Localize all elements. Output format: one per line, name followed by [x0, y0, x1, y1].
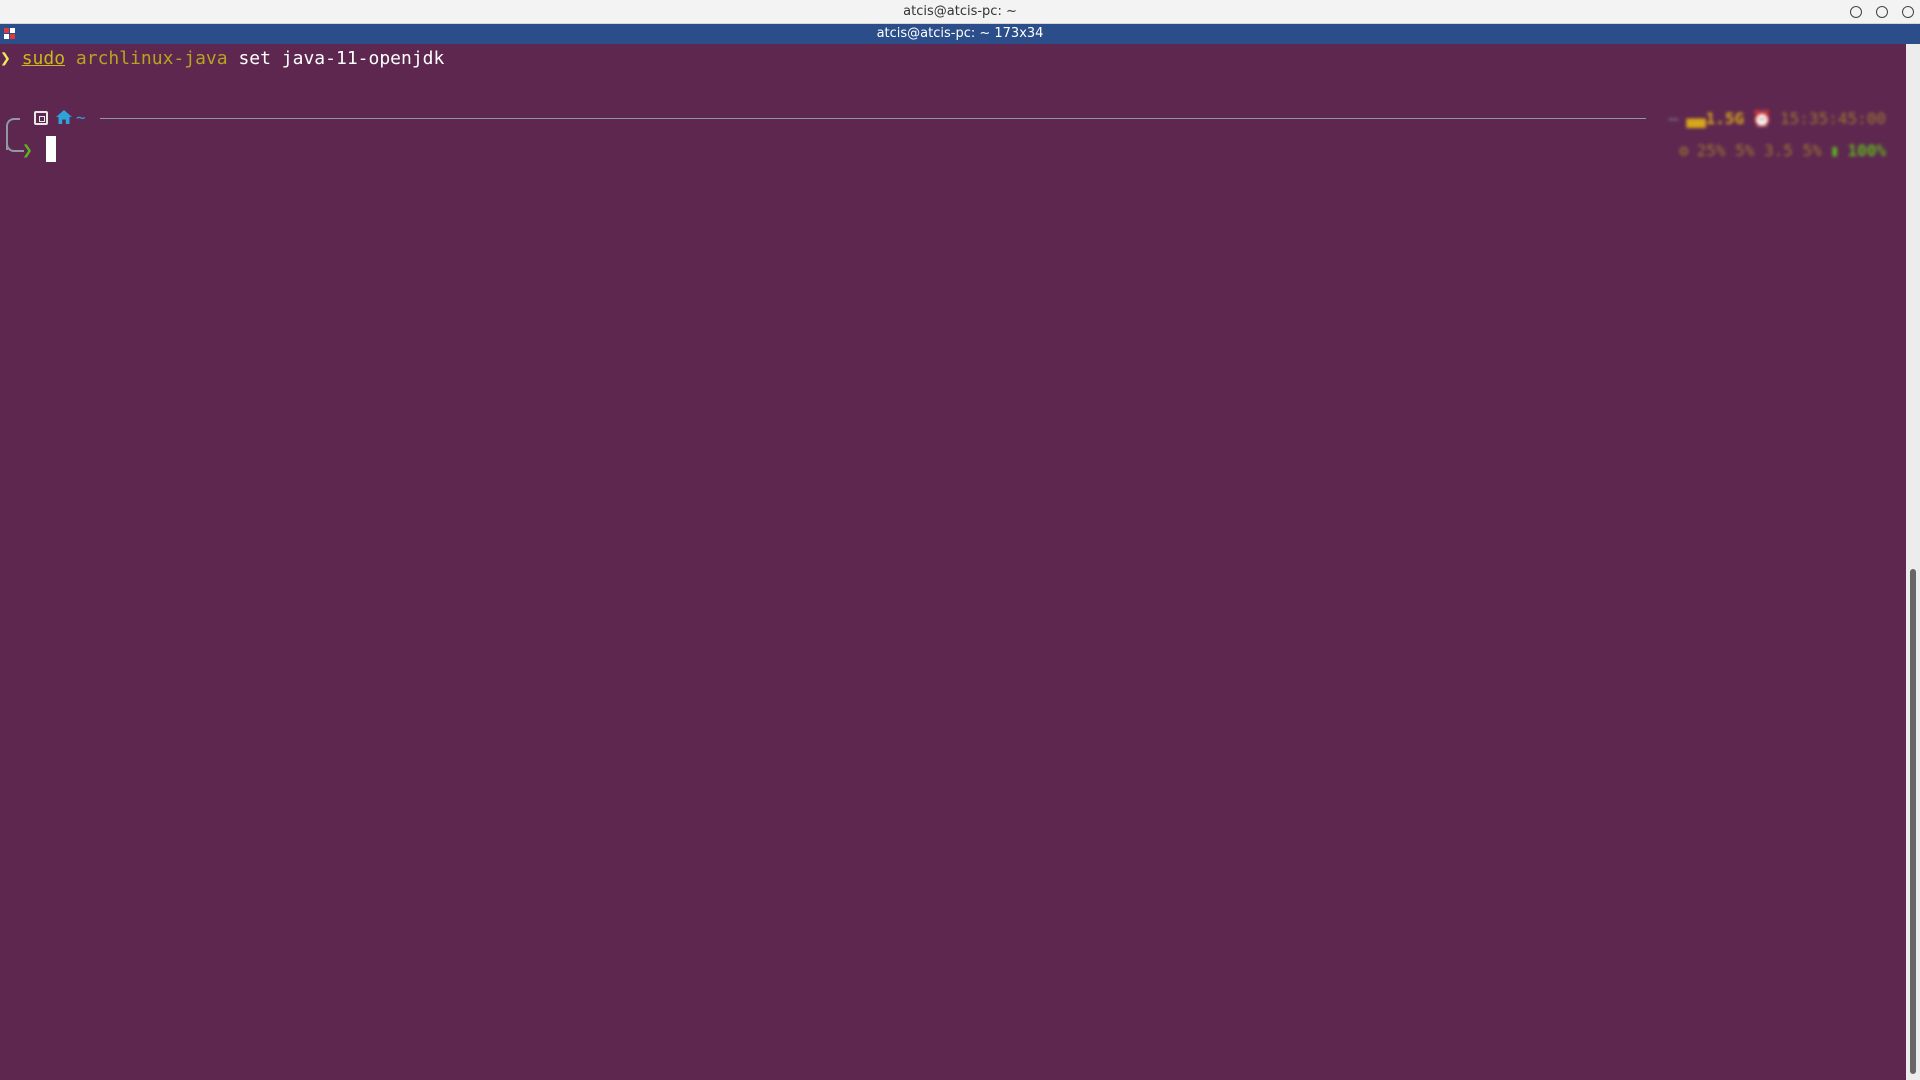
right-status-line-2: ⚙ 25% 5% 3.5 5% ▮ 100%: [1679, 140, 1886, 162]
clock-icon: ⏰: [1752, 109, 1773, 128]
command-args: set java-11-openjdk: [238, 48, 445, 69]
terminal-view[interactable]: ❯ sudo archlinux-java set java-11-openjd…: [0, 44, 1906, 1080]
window-title: atcis@atcis-pc: ~: [903, 4, 1017, 19]
battery-level: 100%: [1847, 141, 1886, 160]
command-name: archlinux-java: [75, 48, 228, 69]
battery-icon: ▮: [1829, 141, 1840, 160]
tab-title[interactable]: atcis@atcis-pc: ~ 173x34: [0, 24, 1920, 44]
load-average: 25% 5% 3.5 5%: [1696, 141, 1822, 160]
minimize-button[interactable]: [1850, 6, 1862, 18]
status-time: 15:35:45:00: [1780, 109, 1886, 128]
vertical-scrollbar[interactable]: [1906, 44, 1920, 1080]
close-button[interactable]: [1902, 6, 1914, 18]
home-icon: [56, 110, 72, 124]
status-dash: —: [1668, 109, 1679, 128]
scrollbar-thumb[interactable]: [1910, 569, 1916, 1074]
prompt-symbol: ❯: [0, 48, 11, 69]
memory-usage: ▄▄1.5G: [1686, 109, 1745, 128]
window-controls: [1850, 0, 1914, 24]
history-command-line: ❯ sudo archlinux-java set java-11-openjd…: [0, 44, 444, 74]
command-sudo: sudo: [21, 48, 66, 69]
maximize-button[interactable]: [1876, 6, 1888, 18]
tab-bar[interactable]: atcis@atcis-pc: ~ 173x34: [0, 24, 1920, 44]
input-prompt-chevron: ❯: [22, 140, 33, 161]
text-cursor[interactable]: [46, 136, 56, 162]
prompt-rule-line: [100, 118, 1646, 119]
os-icon: [34, 111, 48, 125]
window-titlebar[interactable]: atcis@atcis-pc: ~: [0, 0, 1920, 24]
right-status-line-1: — ▄▄1.5G ⏰ 15:35:45:00: [1669, 108, 1886, 130]
prompt-path: ~: [76, 108, 86, 127]
load-icon: ⚙: [1678, 141, 1689, 160]
